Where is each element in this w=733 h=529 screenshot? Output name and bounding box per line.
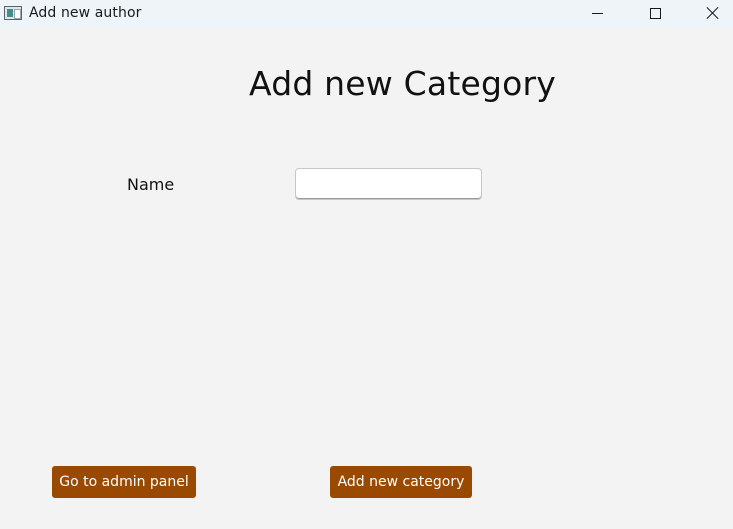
go-to-admin-panel-button[interactable]: Go to admin panel xyxy=(52,466,196,498)
close-icon xyxy=(706,6,720,20)
page-title: Add new Category xyxy=(249,64,557,103)
maximize-button[interactable] xyxy=(632,0,678,28)
name-input[interactable] xyxy=(295,168,482,200)
close-button[interactable] xyxy=(690,0,733,28)
minimize-icon xyxy=(591,12,603,14)
name-label: Name xyxy=(127,175,175,194)
app-window-icon xyxy=(4,6,22,20)
title-bar[interactable]: Add new author xyxy=(0,0,733,28)
minimize-button[interactable] xyxy=(574,0,620,28)
window-title: Add new author xyxy=(29,5,142,21)
maximize-icon xyxy=(649,7,661,19)
app-window: Add new author Add new Category Name Go … xyxy=(0,0,733,529)
add-new-category-button[interactable]: Add new category xyxy=(330,466,472,498)
